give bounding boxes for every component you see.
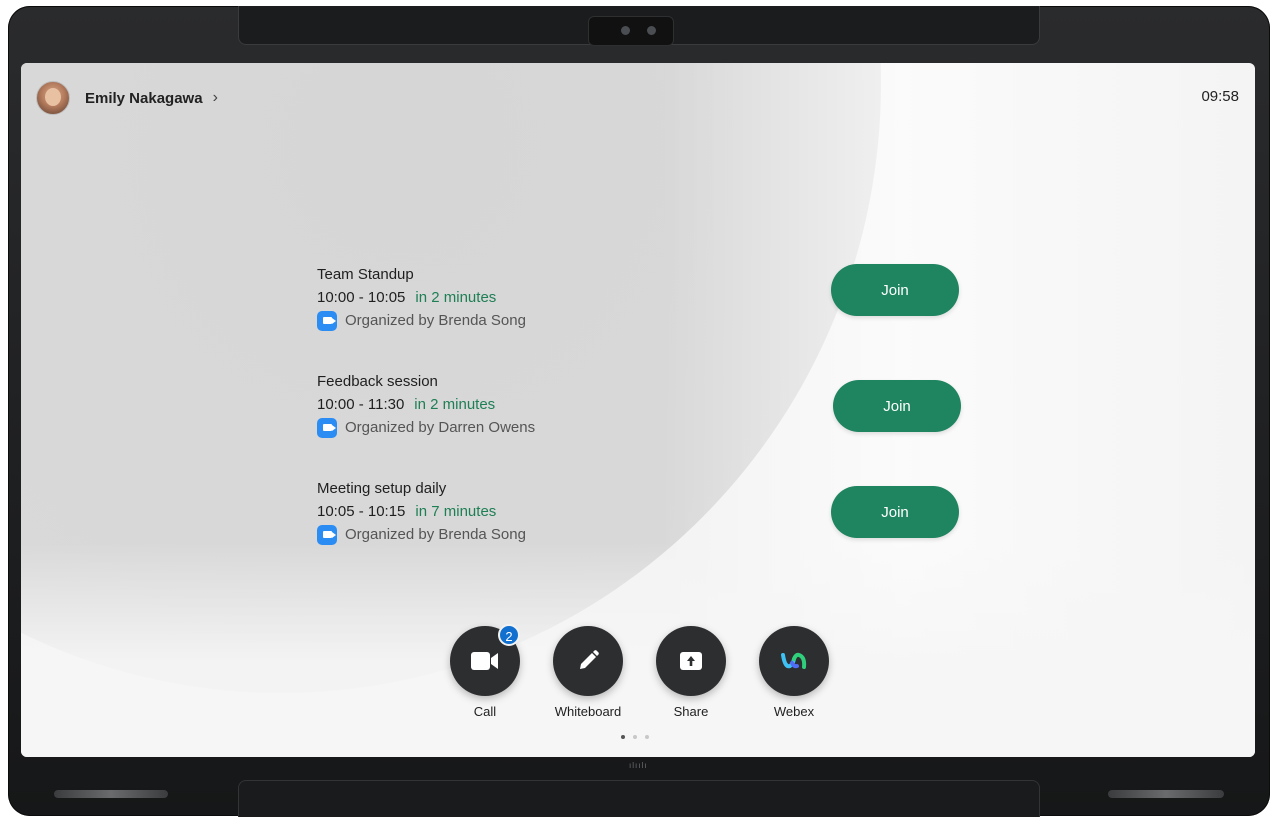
stylus-left bbox=[54, 790, 168, 798]
meeting-time: 10:05 - 10:15 in 7 minutes bbox=[317, 503, 497, 520]
meeting-item: Feedback session 10:00 - 11:30 in 2 minut… bbox=[317, 371, 535, 439]
meeting-title: Feedback session bbox=[317, 373, 438, 390]
avatar bbox=[36, 81, 70, 115]
clock: 09:58 bbox=[1201, 88, 1239, 105]
call-label: Call bbox=[473, 704, 497, 719]
whiteboard-button[interactable]: Whiteboard bbox=[553, 626, 623, 719]
share-button[interactable]: Share bbox=[656, 626, 726, 719]
camera-icon bbox=[588, 16, 674, 46]
chevron-right-icon: › bbox=[212, 89, 218, 106]
webex-label: Webex bbox=[773, 704, 815, 719]
user-profile-button[interactable]: Emily Nakagawa › bbox=[36, 81, 218, 115]
page-dot[interactable] bbox=[645, 735, 649, 739]
video-camera-icon bbox=[471, 652, 498, 670]
stylus-right bbox=[1108, 790, 1224, 798]
call-button[interactable]: 2 Call bbox=[450, 624, 520, 719]
page-indicator[interactable] bbox=[621, 735, 649, 739]
meeting-title: Team Standup bbox=[317, 266, 414, 283]
meeting-item: Meeting setup daily 10:05 - 10:15 in 7 mi… bbox=[317, 478, 526, 546]
meeting-title: Meeting setup daily bbox=[317, 480, 447, 497]
whiteboard-label: Whiteboard bbox=[554, 704, 622, 719]
meeting-countdown: in 7 minutes bbox=[415, 503, 497, 520]
meeting-organizer: Organized by Darren Owens bbox=[317, 416, 535, 439]
join-button[interactable]: Join bbox=[833, 380, 961, 432]
meeting-item: Team Standup 10:00 - 10:05 in 2 minutes O… bbox=[317, 264, 526, 332]
webex-button[interactable]: Webex bbox=[759, 626, 829, 719]
meeting-time: 10:00 - 11:30 in 2 minutes bbox=[317, 396, 496, 413]
meeting-countdown: in 2 minutes bbox=[415, 289, 497, 306]
page-dot[interactable] bbox=[621, 735, 625, 739]
speaker-bar bbox=[238, 780, 1040, 817]
join-button[interactable]: Join bbox=[831, 264, 959, 316]
meeting-organizer: Organized by Brenda Song bbox=[317, 309, 526, 332]
video-meeting-icon bbox=[317, 310, 337, 331]
meeting-organizer: Organized by Brenda Song bbox=[317, 523, 526, 546]
page-dot[interactable] bbox=[633, 735, 637, 739]
video-meeting-icon bbox=[317, 524, 337, 545]
call-count-badge: 2 bbox=[498, 624, 520, 646]
share-label: Share bbox=[673, 704, 709, 719]
video-meeting-icon bbox=[317, 417, 337, 438]
meeting-time: 10:00 - 10:05 in 2 minutes bbox=[317, 289, 497, 306]
join-button[interactable]: Join bbox=[831, 486, 959, 538]
webex-logo-icon bbox=[781, 652, 807, 669]
share-screen-icon bbox=[680, 652, 702, 670]
home-screen: Emily Nakagawa › 09:58 Team Standup 10:0… bbox=[21, 63, 1255, 757]
pencil-icon bbox=[580, 650, 599, 669]
meeting-countdown: in 2 minutes bbox=[414, 396, 496, 413]
user-name: Emily Nakagawa bbox=[85, 89, 203, 107]
cisco-logo-icon: ılıılı bbox=[629, 761, 648, 770]
